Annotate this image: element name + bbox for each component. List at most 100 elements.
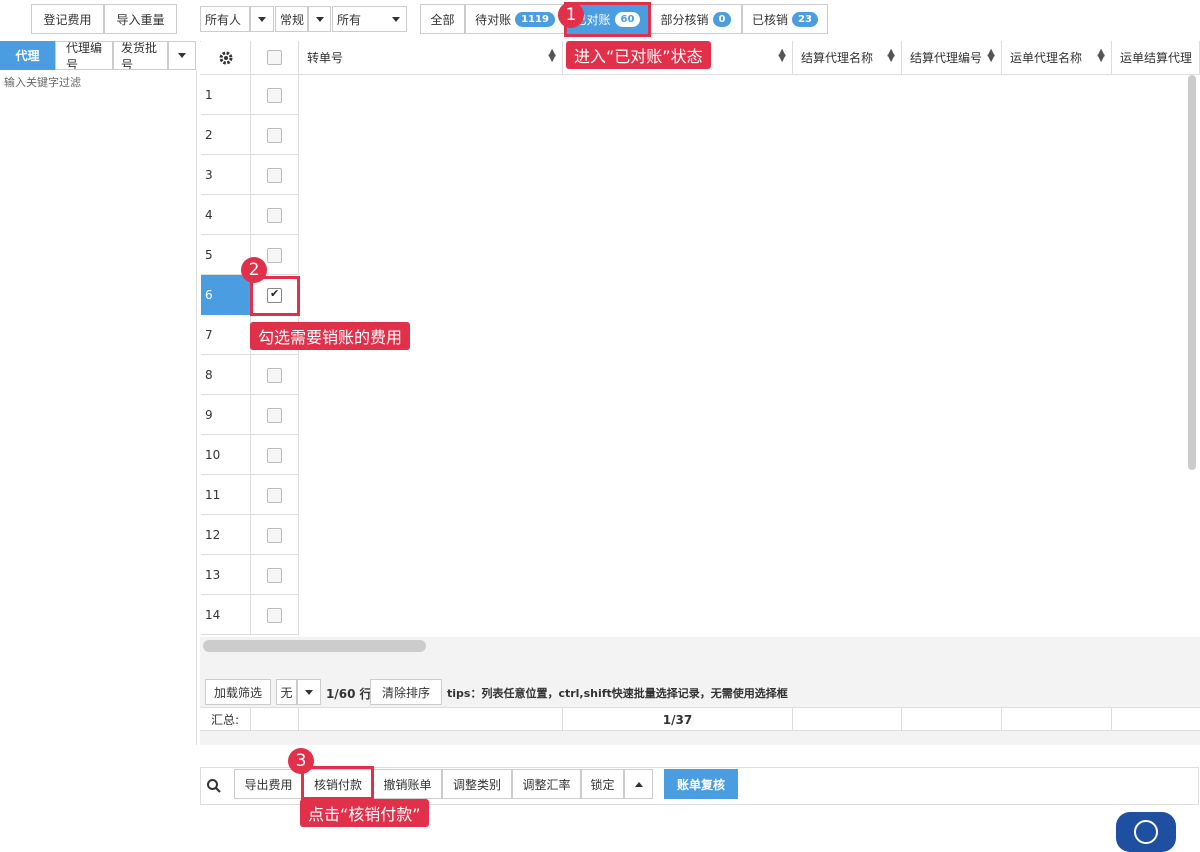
row-number: 2 bbox=[201, 115, 251, 155]
row-select-cell[interactable] bbox=[251, 475, 299, 515]
row-select-cell[interactable] bbox=[251, 555, 299, 595]
left-filter-input[interactable]: 输入关键字过滤 bbox=[4, 74, 81, 90]
column-waybill-settle-agent[interactable]: 运单结算代理 bbox=[1112, 41, 1200, 74]
sort-icon: ▲ ▼ bbox=[987, 47, 995, 64]
column-waybill-agent-name[interactable]: 运单代理名称 ▲ ▼ bbox=[1002, 41, 1112, 74]
row-count: 1/60 行 bbox=[326, 687, 372, 701]
row-select-cell[interactable] bbox=[251, 435, 299, 475]
column-transfer-no[interactable]: 转单号 ▲ ▼ bbox=[299, 41, 563, 74]
tab-agent[interactable]: 代理 bbox=[0, 41, 55, 70]
row-checkbox[interactable] bbox=[267, 567, 282, 583]
lock-button[interactable]: 锁定 bbox=[581, 769, 624, 799]
table-row[interactable]: 2 bbox=[201, 115, 299, 155]
row-checkbox[interactable] bbox=[267, 367, 282, 383]
tab-agent-code[interactable]: 代理编号 bbox=[55, 41, 113, 70]
tab-partial-writeoff[interactable]: 部分核销 0 bbox=[650, 4, 742, 34]
row-checkbox[interactable] bbox=[267, 207, 282, 223]
table-row[interactable]: 12 bbox=[201, 515, 299, 555]
row-select-cell[interactable] bbox=[251, 155, 299, 195]
tab-partial-label: 部分核销 bbox=[660, 12, 709, 27]
table-row[interactable]: 13 bbox=[201, 555, 299, 595]
horizontal-scrollbar[interactable] bbox=[203, 640, 426, 652]
row-select-cell[interactable] bbox=[251, 115, 299, 155]
help-float-button[interactable] bbox=[1116, 812, 1176, 852]
type-dropdown-toggle[interactable] bbox=[308, 6, 331, 32]
row-checkbox[interactable] bbox=[267, 87, 282, 103]
vertical-scrollbar[interactable] bbox=[1188, 75, 1196, 470]
tab-written-off-label: 已核销 bbox=[752, 12, 789, 27]
row-checkbox[interactable] bbox=[267, 607, 282, 623]
sort-icon: ▲ ▼ bbox=[778, 47, 786, 64]
row-number: 6 bbox=[201, 275, 251, 315]
table-row[interactable]: 9 bbox=[201, 395, 299, 435]
table-row[interactable]: 1 bbox=[201, 75, 299, 115]
column-settle-agent-name[interactable]: 结算代理名称 ▲ ▼ bbox=[793, 41, 902, 74]
row-number: 12 bbox=[201, 515, 251, 555]
owner-dropdown-toggle[interactable] bbox=[250, 6, 274, 32]
caret-up-icon bbox=[634, 781, 643, 787]
owner-select[interactable]: 所有人 bbox=[200, 6, 250, 32]
step3-label: 点击“核销付款” bbox=[300, 799, 429, 827]
select-all-checkbox[interactable] bbox=[267, 50, 282, 65]
column-label: 运单代理名称 bbox=[1010, 51, 1083, 65]
clear-sort-button[interactable]: 清除排序 bbox=[370, 679, 442, 705]
table-row[interactable]: 8 bbox=[201, 355, 299, 395]
row-checkbox[interactable] bbox=[267, 487, 282, 503]
row-select-cell[interactable] bbox=[251, 395, 299, 435]
row-select-cell[interactable] bbox=[251, 595, 299, 635]
row-number: 8 bbox=[201, 355, 251, 395]
export-fee-button[interactable]: 导出费用 bbox=[234, 769, 303, 799]
table-row[interactable]: 14 bbox=[201, 595, 299, 635]
owner-select-value: 所有人 bbox=[205, 12, 242, 27]
partial-count-badge: 0 bbox=[712, 11, 732, 27]
sort-icon: ▲ ▼ bbox=[548, 47, 556, 64]
load-filter-button[interactable]: 加载筛选 bbox=[205, 679, 271, 705]
tab-batch-number[interactable]: 发货批号 bbox=[113, 41, 168, 70]
chevron-down-icon bbox=[392, 16, 400, 22]
column-settings[interactable] bbox=[201, 41, 251, 74]
bill-review-button[interactable]: 账单复核 bbox=[664, 769, 738, 799]
row-checkbox[interactable] bbox=[267, 247, 282, 263]
chevron-down-icon bbox=[315, 16, 324, 22]
row-checkbox[interactable] bbox=[267, 527, 282, 543]
row-select-cell[interactable] bbox=[251, 195, 299, 235]
search-icon[interactable] bbox=[206, 778, 222, 797]
import-weight-button[interactable]: 导入重量 bbox=[104, 4, 177, 34]
column-settle-agent-code[interactable]: 结算代理编号 ▲ ▼ bbox=[902, 41, 1002, 74]
row-number: 4 bbox=[201, 195, 251, 235]
row-select-cell[interactable] bbox=[251, 515, 299, 555]
none-select-toggle[interactable] bbox=[297, 679, 321, 705]
row-checkbox[interactable] bbox=[267, 127, 282, 143]
summary-row: 汇总: 1/37 bbox=[200, 707, 1200, 731]
table-row[interactable]: 4 bbox=[201, 195, 299, 235]
row-checkbox[interactable] bbox=[267, 447, 282, 463]
row-checkbox[interactable] bbox=[267, 167, 282, 183]
summary-page: 1/37 bbox=[563, 708, 793, 731]
type-select[interactable]: 常规 bbox=[275, 6, 308, 32]
cancel-bill-button[interactable]: 撤销账单 bbox=[373, 769, 442, 799]
scope-select[interactable]: 所有 bbox=[332, 6, 407, 32]
table-row[interactable]: 10 bbox=[201, 435, 299, 475]
row-number: 7 bbox=[201, 315, 251, 355]
table-row[interactable]: 11 bbox=[201, 475, 299, 515]
tab-all[interactable]: 全部 bbox=[420, 4, 465, 34]
row-checkbox[interactable] bbox=[267, 407, 282, 423]
select-all[interactable] bbox=[251, 41, 299, 74]
tab-written-off[interactable]: 已核销 23 bbox=[742, 4, 828, 34]
summary-cell bbox=[1002, 708, 1112, 731]
row-select-cell[interactable] bbox=[251, 355, 299, 395]
row-select-cell[interactable] bbox=[251, 75, 299, 115]
adjust-rate-button[interactable]: 调整汇率 bbox=[512, 769, 581, 799]
more-actions-button[interactable] bbox=[624, 769, 653, 799]
chevron-down-icon bbox=[305, 689, 313, 695]
tab-pending[interactable]: 待对账 1119 bbox=[465, 4, 565, 34]
register-fee-button[interactable]: 登记费用 bbox=[31, 4, 104, 34]
summary-cell bbox=[902, 708, 1002, 731]
adjust-category-button[interactable]: 调整类别 bbox=[442, 769, 512, 799]
none-select[interactable]: 无 bbox=[276, 679, 297, 705]
left-panel-tabs: 代理 代理编号 发货批号 bbox=[0, 41, 196, 70]
table-row[interactable]: 3 bbox=[201, 155, 299, 195]
summary-cell bbox=[299, 708, 563, 731]
tips-text: tips：列表任意位置，ctrl,shift快速批量选择记录，无需使用选择框 bbox=[447, 687, 788, 700]
left-tabs-dropdown[interactable] bbox=[168, 41, 196, 70]
